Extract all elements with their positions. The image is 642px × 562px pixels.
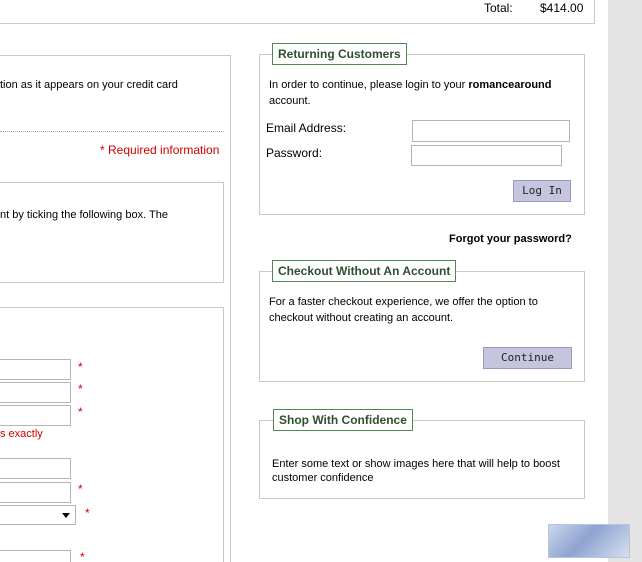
email-label: Email Address: [266, 121, 347, 135]
shop-confidence-text: Enter some text or show images here that… [272, 457, 582, 485]
required-info: * Required information [100, 143, 220, 157]
site-watermark-logo [548, 524, 630, 558]
address-input-3[interactable] [0, 405, 71, 426]
divider [0, 131, 224, 132]
password-field[interactable] [411, 145, 562, 166]
address-input-6[interactable] [0, 550, 71, 562]
returning-customers-legend: Returning Customers [272, 43, 407, 65]
guest-checkout-legend: Checkout Without An Account [272, 260, 457, 282]
required-marker: * [85, 506, 90, 520]
required-marker: * [78, 482, 83, 496]
guest-checkout-text: For a faster checkout experience, we off… [269, 294, 579, 326]
required-marker: * [78, 405, 83, 419]
login-intro-prefix: In order to continue, please login to yo… [269, 79, 469, 91]
login-intro-suffix: account. [269, 95, 311, 107]
field-error-text: s exactly [0, 428, 43, 440]
address-input-2[interactable] [0, 382, 71, 403]
login-button[interactable]: Log In [513, 180, 571, 202]
required-marker: * [78, 360, 83, 374]
continue-button[interactable]: Continue [483, 347, 572, 369]
country-select[interactable] [0, 505, 76, 525]
address-input-4[interactable] [0, 458, 71, 479]
shop-confidence-legend: Shop With Confidence [273, 409, 413, 431]
agreement-text: nt by ticking the following box. The [0, 209, 168, 221]
required-marker: * [80, 550, 85, 562]
login-intro: In order to continue, please login to yo… [269, 77, 579, 109]
email-field[interactable] [412, 120, 570, 142]
required-marker: * [78, 382, 83, 396]
total-value: $414.00 [540, 1, 584, 15]
guest-text-line2: checkout without creating an account. [269, 312, 454, 324]
address-input-5[interactable] [0, 482, 71, 503]
store-name: romancearound [468, 79, 552, 91]
chevron-down-icon [62, 513, 70, 518]
password-label: Password: [266, 146, 323, 160]
confidence-text-line2: customer confidence [272, 472, 374, 484]
confidence-text-line1: Enter some text or show images here that… [272, 458, 560, 470]
agreement-box [0, 182, 224, 283]
billing-note: tion as it appears on your credit card [0, 79, 178, 91]
forgot-password-link[interactable]: Forgot your password? [449, 233, 572, 245]
guest-text-line1: For a faster checkout experience, we off… [269, 296, 538, 308]
total-label: Total: [484, 1, 513, 15]
right-margin [608, 0, 642, 562]
address-input-1[interactable] [0, 359, 71, 380]
